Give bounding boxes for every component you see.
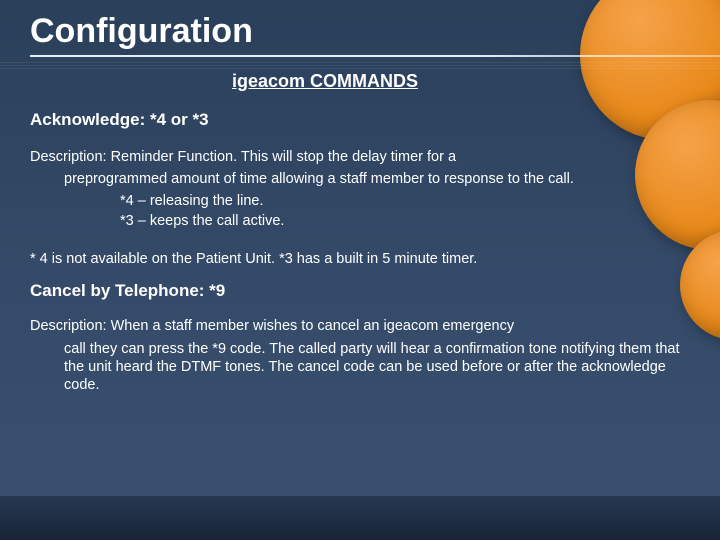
acknowledge-option-4: *4 – releasing the line. [30,192,680,212]
acknowledge-option-3: *3 – keeps the call active. [30,212,680,232]
footer-band [0,496,720,540]
acknowledge-description-lead: Description: Reminder Function. This wil… [30,148,680,166]
page-title: Configuration [30,12,720,51]
cancel-description-body: call they can press the *9 code. The cal… [30,340,680,394]
cancel-description-lead: Description: When a staff member wishes … [30,317,680,335]
content-area: igeacom COMMANDS Acknowledge: *4 or *3 D… [0,63,720,394]
acknowledge-description-body: preprogrammed amount of time allowing a … [30,170,680,188]
section-subtitle: igeacom COMMANDS [30,71,680,92]
cancel-heading: Cancel by Telephone: *9 [30,281,680,301]
acknowledge-note: * 4 is not available on the Patient Unit… [30,251,680,267]
acknowledge-heading: Acknowledge: *4 or *3 [30,110,680,130]
title-underline [30,55,720,57]
